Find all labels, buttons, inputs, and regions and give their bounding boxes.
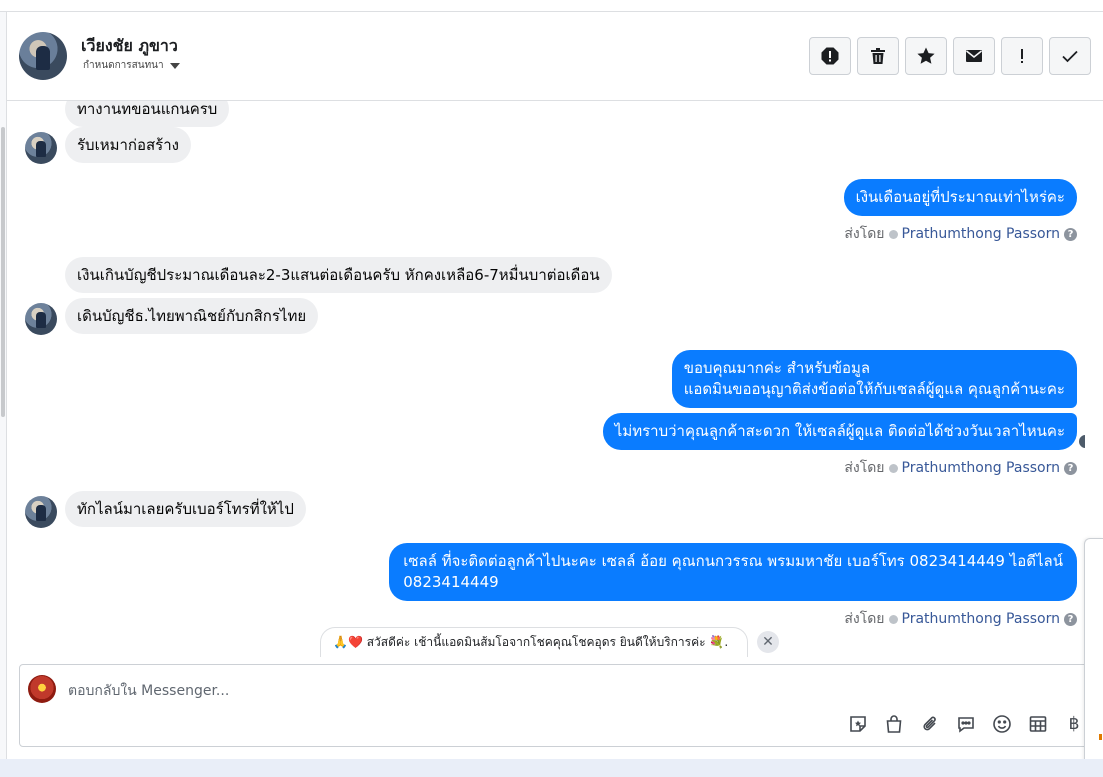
sent-by-prefix: ส่งโดย [844,460,885,476]
shop-button[interactable] [882,712,906,736]
help-icon[interactable]: ? [1064,461,1077,475]
close-icon: ✕ [762,634,774,650]
browser-top-edge [0,0,1103,12]
sent-by-label: ส่งโดย Prathumthong Passorn ? [844,608,1077,630]
trash-icon [871,48,885,64]
emoji-icon [993,715,1011,733]
close-suggestion-button[interactable]: ✕ [757,631,779,653]
left-scrollbar[interactable] [0,12,7,777]
payment-button[interactable]: ฿ [1062,712,1086,736]
table-icon [1029,716,1047,732]
conversation-settings-dropdown[interactable]: กำหนดการสนทนา [83,58,180,73]
delete-button[interactable] [857,37,899,75]
reply-input[interactable]: ตอบกลับใน Messenger... [68,680,229,702]
sender-name[interactable]: Prathumthong Passorn [902,611,1060,627]
sender-avatar[interactable] [25,132,57,164]
table-button[interactable] [1026,712,1050,736]
incoming-message[interactable]: เดินบัญชีธ.ไทยพาณิชย์กับกสิกรไทย [65,298,319,334]
page-icon [888,614,898,624]
outgoing-message[interactable]: ไม่ทราบว่าคุณลูกค้าสะดวก ให้เซลล์ผู้ดูแล… [602,413,1077,450]
saved-replies-button[interactable] [954,712,978,736]
star-icon [917,47,935,64]
sender-avatar[interactable] [25,496,57,528]
incoming-message[interactable]: ทางานทขอนแกนครบ [65,101,230,127]
page-icon [888,229,898,239]
outgoing-message[interactable]: เงินเดือนอยู่ที่ประมาณเท่าไหร่คะ [843,179,1077,216]
conversation-settings-label: กำหนดการสนทนา [83,60,164,71]
sticker-button[interactable] [846,712,870,736]
sender-name[interactable]: Prathumthong Passorn [902,226,1060,242]
message-line: แอดมินขออนุญาติส่งข้อต่อให้กับเซลล์ผู้ดู… [683,380,1065,398]
sender-avatar[interactable] [25,303,57,335]
sent-by-label: ส่งโดย Prathumthong Passorn ? [844,457,1077,479]
sticker-icon [850,716,866,732]
message-composer[interactable]: ตอบกลับใน Messenger... ฿ [19,664,1091,747]
saved-reply-suggestion[interactable]: 🙏❤️ สวัสดีค่ะ เช้านี้แอดมินส้มโอจากโชคคุ… [320,627,748,657]
mark-unread-button[interactable] [953,37,995,75]
panel-indicator [1099,734,1102,740]
sender-name[interactable]: Prathumthong Passorn [902,460,1060,476]
message-thread[interactable]: ทางานทขอนแกนครบ รับเหมาก่อสร้าง เงินเดือ… [7,101,1085,656]
contact-avatar[interactable] [19,32,67,80]
mark-done-button[interactable] [1049,37,1091,75]
exclamation-icon [1021,49,1023,63]
outgoing-message[interactable]: ขอบคุณมากค่ะ สำหรับข้อมูล แอดมินขออนุญาต… [671,350,1077,408]
attach-button[interactable] [918,712,942,736]
star-button[interactable] [905,37,947,75]
sent-by-prefix: ส่งโดย [844,611,885,627]
composer-toolbar: ฿ [846,712,1086,736]
emoji-button[interactable] [990,712,1014,736]
check-icon [1062,50,1078,63]
seen-indicator-avatar [1078,434,1085,449]
mail-icon [966,50,982,62]
contact-name[interactable]: เวียงชัย ภูขาว [81,34,178,59]
help-icon[interactable]: ? [1064,612,1077,626]
page-icon [888,463,898,473]
saved-reply-icon [958,717,974,733]
message-line: เซลล์ ที่จะติดต่อลูกค้าไปนะคะ เซลล์ อ้อย… [403,552,1063,570]
collapsed-side-panel[interactable] [1084,538,1103,777]
scrollbar-thumb[interactable] [1,127,5,417]
message-line: ขอบคุณมากค่ะ สำหรับข้อมูล [683,359,871,377]
bag-icon [886,715,902,733]
attachment-icon [923,716,936,731]
help-icon[interactable]: ? [1064,227,1077,241]
mark-spam-button[interactable] [809,37,851,75]
page-avatar [28,675,56,703]
header-actions [809,37,1091,75]
message-line: 0823414449 [403,573,499,591]
spam-icon [821,47,839,65]
sent-by-prefix: ส่งโดย [844,226,885,242]
conversation-header: เวียงชัย ภูขาว กำหนดการสนทนา [7,12,1103,101]
incoming-message[interactable]: รับเหมาก่อสร้าง [65,127,191,163]
outgoing-message[interactable]: เซลล์ ที่จะติดต่อลูกค้าไปนะคะ เซลล์ อ้อย… [389,543,1077,601]
follow-up-button[interactable] [1001,37,1043,75]
incoming-message[interactable]: ทักไลน์มาเลยครับเบอร์โทรที่ให้ไป [65,491,306,527]
sent-by-label: ส่งโดย Prathumthong Passorn ? [844,223,1077,245]
page-bottom-bar [0,759,1103,777]
caret-down-icon [169,62,180,69]
baht-icon: ฿ [1068,714,1080,734]
incoming-message[interactable]: เงินเกินบัญชีประมาณเดือนละ2-3แสนต่อเดือน… [65,257,612,293]
